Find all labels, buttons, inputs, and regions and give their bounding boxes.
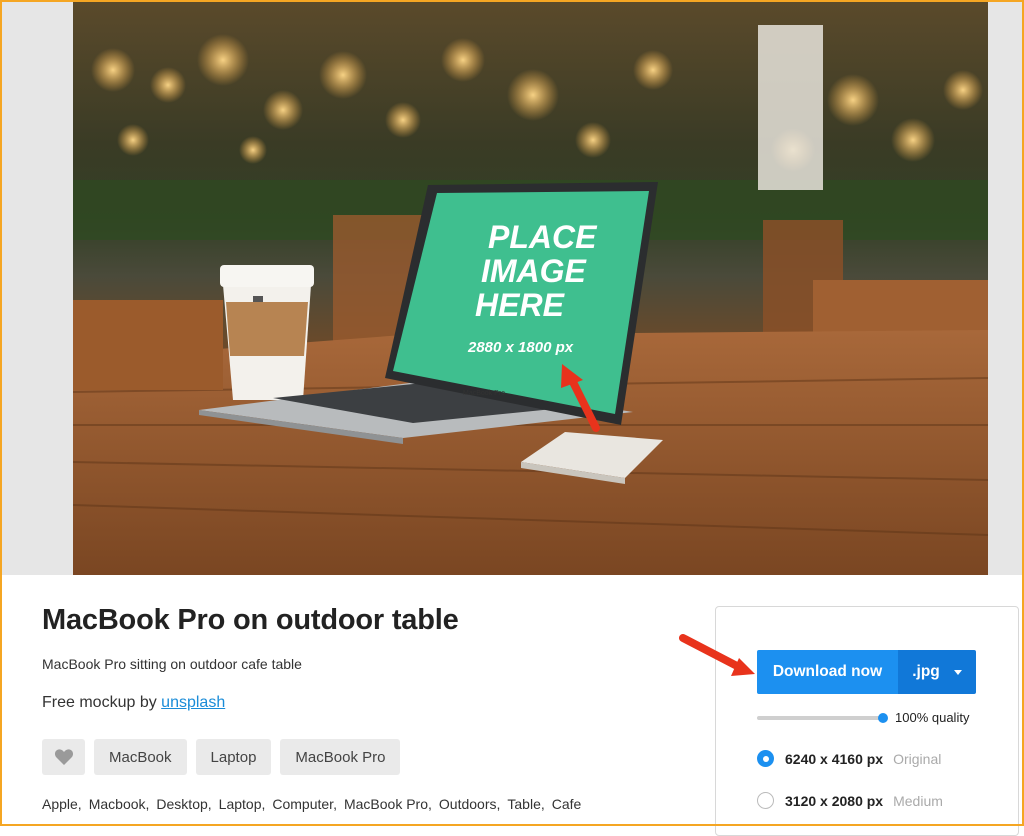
format-value: .jpg: [912, 663, 940, 680]
resolution: 6240 x 4160 px: [785, 750, 884, 767]
mockup-subtitle: MacBook Pro sitting on outdoor cafe tabl…: [42, 656, 302, 672]
keyword[interactable]: Table,: [507, 796, 544, 812]
quality-slider-handle[interactable]: [878, 713, 888, 723]
keyword[interactable]: Computer,: [272, 796, 337, 812]
screen-text-line2: IMAGE: [481, 253, 588, 289]
mockup-photo: MacBook Pro PLACE IMAGE HERE 2880 x 1800…: [73, 0, 988, 575]
keyword[interactable]: Macbook,: [89, 796, 150, 812]
screen-text-line1: PLACE: [488, 219, 598, 255]
download-split-button: Download now .jpg: [757, 650, 976, 694]
coffee-cup: [220, 265, 314, 400]
mockup-scene: MacBook Pro PLACE IMAGE HERE 2880 x 1800…: [73, 25, 988, 575]
keyword[interactable]: Cafe: [552, 796, 582, 812]
resolution: 3120 x 2080 px: [785, 792, 884, 809]
size-option-medium[interactable]: 3120 x 2080 px Medium: [757, 792, 943, 809]
quality-label: 100% quality: [895, 710, 970, 725]
tag-laptop[interactable]: Laptop: [195, 739, 272, 775]
keyword[interactable]: Desktop,: [156, 796, 211, 812]
tag-macbook[interactable]: MacBook: [94, 739, 187, 775]
like-button[interactable]: [42, 739, 85, 775]
credit-link[interactable]: unsplash: [161, 694, 225, 711]
resolution-label: Medium: [893, 792, 943, 809]
radio-unselected[interactable]: [757, 792, 774, 809]
credit-prefix: Free mockup by: [42, 694, 157, 711]
page-title: MacBook Pro on outdoor table: [42, 604, 459, 636]
resolution-label: Original: [893, 750, 942, 767]
caret-down-icon: [953, 669, 962, 675]
tag-macbook-pro[interactable]: MacBook Pro: [280, 739, 401, 775]
size-option-original[interactable]: 6240 x 4160 px Original: [757, 750, 941, 767]
heart-icon: [54, 749, 73, 765]
keyword-list: Apple, Macbook, Desktop, Laptop, Compute…: [42, 796, 581, 812]
screen-text-line3: HERE: [475, 287, 566, 323]
credit-line: Free mockup by unsplash: [42, 694, 225, 712]
keyword[interactable]: Laptop,: [219, 796, 266, 812]
quality-slider-track[interactable]: [757, 716, 884, 720]
bokeh-lights: [91, 34, 983, 172]
keyword[interactable]: MacBook Pro,: [344, 796, 432, 812]
tag-list: MacBook Laptop MacBook Pro: [42, 739, 401, 775]
radio-selected[interactable]: [757, 750, 774, 767]
download-now-button[interactable]: Download now: [757, 650, 898, 694]
laptop-label: MacBook Pro: [463, 390, 505, 397]
quality-slider-row: 100% quality: [757, 710, 977, 725]
keyword[interactable]: Apple,: [42, 796, 82, 812]
screen-text-size: 2880 x 1800 px: [467, 339, 574, 356]
format-dropdown[interactable]: .jpg: [898, 650, 976, 694]
keyword[interactable]: Outdoors,: [439, 796, 500, 812]
red-arrow-icon: [679, 634, 755, 676]
